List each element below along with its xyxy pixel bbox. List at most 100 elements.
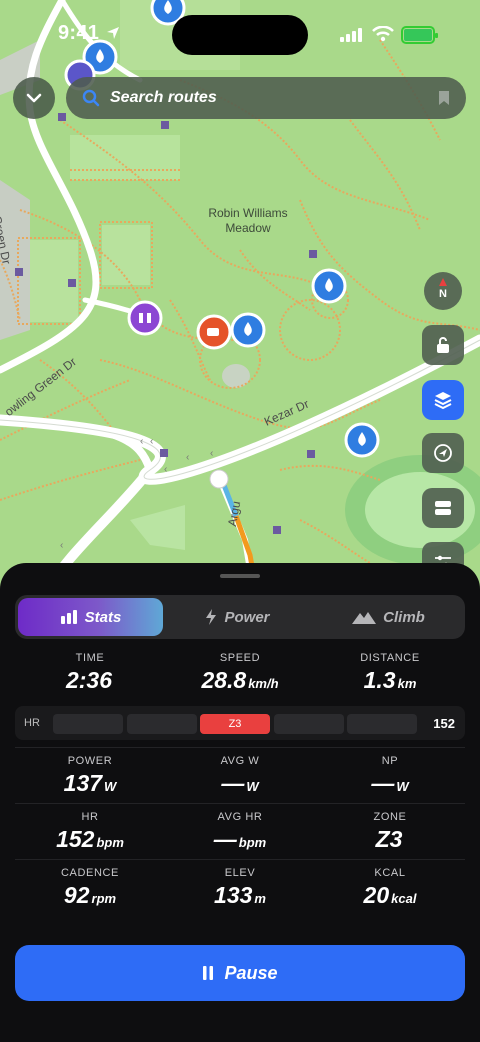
metric-value: 133 bbox=[214, 882, 253, 908]
metric-value: 2:36 bbox=[65, 667, 113, 693]
metric-label: AVG HR bbox=[217, 811, 263, 823]
signal-icon bbox=[340, 28, 362, 42]
metric-unit: m bbox=[254, 891, 266, 906]
search-icon bbox=[82, 89, 100, 107]
divider bbox=[15, 747, 465, 748]
metric-value: 137 bbox=[63, 770, 103, 796]
metric-hr: HR 152 bpm bbox=[15, 811, 165, 853]
tab-climb-label: Climb bbox=[383, 608, 425, 626]
layers-button[interactable] bbox=[422, 380, 464, 420]
search-input[interactable]: Search routes bbox=[110, 89, 438, 107]
split-view-icon bbox=[435, 501, 451, 515]
tab-stats-label: Stats bbox=[84, 608, 122, 626]
metric-unit: W bbox=[396, 779, 409, 794]
pause-button[interactable]: Pause bbox=[15, 945, 465, 1001]
search-bar[interactable]: Search routes bbox=[66, 77, 466, 119]
hr-zone-bar: HR Z3 152 bbox=[15, 706, 465, 740]
metric-label: AVG W bbox=[220, 755, 260, 767]
tab-bar: Stats Power Climb bbox=[15, 595, 465, 639]
svg-text:‹: ‹ bbox=[150, 436, 153, 447]
metric-value: — bbox=[221, 770, 245, 796]
metric-value: 20 bbox=[363, 882, 390, 908]
battery-icon bbox=[401, 26, 438, 44]
wifi-icon bbox=[372, 26, 394, 42]
metric-label: DISTANCE bbox=[360, 652, 420, 664]
field-patch bbox=[70, 135, 180, 180]
metric-unit: W bbox=[104, 779, 117, 794]
water-pin bbox=[230, 312, 266, 348]
hr-zone-segment bbox=[53, 714, 123, 734]
location-arrow-icon bbox=[107, 27, 119, 39]
metric-np: NP — W bbox=[315, 755, 465, 797]
metric-unit: rpm bbox=[91, 891, 117, 906]
lock-button[interactable] bbox=[422, 325, 464, 365]
split-view-button[interactable] bbox=[422, 488, 464, 528]
water-pin bbox=[311, 268, 347, 304]
tab-stats[interactable]: Stats bbox=[18, 598, 163, 636]
bookmark-icon[interactable] bbox=[438, 90, 450, 106]
metric-label: ZONE bbox=[373, 811, 407, 823]
hr-zone-label: HR bbox=[24, 717, 40, 729]
svg-text:‹: ‹ bbox=[164, 464, 167, 475]
metric-unit: W bbox=[246, 779, 259, 794]
metric-value: Z3 bbox=[375, 826, 403, 852]
divider bbox=[15, 803, 465, 804]
status-bar: 9:41 bbox=[0, 0, 480, 60]
metric-label: HR bbox=[81, 811, 99, 823]
metric-distance: DISTANCE 1.3 km bbox=[315, 652, 465, 694]
place-label: Robin Williams Meadow bbox=[208, 206, 288, 235]
mountain-icon bbox=[352, 610, 377, 624]
chevron-down-icon bbox=[26, 93, 42, 103]
bar-chart-icon bbox=[60, 610, 78, 624]
water-pin bbox=[344, 422, 380, 458]
metric-value: 152 bbox=[56, 826, 95, 852]
metric-kcal: KCAL 20 kcal bbox=[315, 867, 465, 909]
metric-value: — bbox=[213, 826, 237, 852]
tab-power[interactable]: Power bbox=[165, 598, 310, 636]
hr-zone-segment bbox=[127, 714, 197, 734]
route-start-dot bbox=[209, 469, 229, 489]
svg-text:‹: ‹ bbox=[60, 540, 63, 551]
tab-climb[interactable]: Climb bbox=[315, 598, 462, 636]
metric-value: 92 bbox=[63, 882, 90, 908]
metric-avg-hr: AVG HR — bpm bbox=[165, 811, 315, 853]
metric-time: TIME 2:36 bbox=[15, 652, 165, 694]
metric-elevation: ELEV 133 m bbox=[165, 867, 315, 909]
pause-icon bbox=[203, 966, 214, 980]
metric-label: POWER bbox=[67, 755, 113, 767]
cafe-pin bbox=[196, 314, 232, 350]
layers-icon bbox=[434, 392, 452, 410]
recenter-button[interactable] bbox=[422, 433, 464, 473]
svg-text:‹: ‹ bbox=[186, 452, 189, 463]
unlock-icon bbox=[437, 337, 449, 353]
dynamic-island bbox=[172, 15, 308, 55]
metric-unit: kcal bbox=[391, 891, 417, 906]
metric-unit: km bbox=[397, 676, 417, 691]
metric-speed: SPEED 28.8 km/h bbox=[165, 652, 315, 694]
collapse-button[interactable] bbox=[13, 77, 55, 119]
metric-zone: ZONE Z3 bbox=[315, 811, 465, 853]
lightning-icon bbox=[205, 609, 217, 625]
metric-unit: bpm bbox=[238, 835, 267, 850]
metric-label: CADENCE bbox=[61, 867, 119, 879]
field-patch bbox=[102, 225, 150, 285]
divider bbox=[15, 859, 465, 860]
status-time: 9:41 bbox=[58, 22, 100, 44]
hr-zone-segment bbox=[347, 714, 417, 734]
compass-button[interactable]: N bbox=[424, 272, 462, 310]
pause-label: Pause bbox=[224, 962, 278, 983]
hr-zone-segment-active: Z3 bbox=[200, 714, 270, 734]
metric-label: ELEV bbox=[224, 867, 256, 879]
metric-avg-watts: AVG W — W bbox=[165, 755, 315, 797]
metric-power: POWER 137 W bbox=[15, 755, 165, 797]
ride-stats-sheet: Stats Power Climb TIME 2:36 SPEED 28.8 km… bbox=[0, 563, 480, 1042]
tab-power-label: Power bbox=[224, 608, 270, 626]
metric-unit: bpm bbox=[96, 835, 124, 850]
hr-zone-value: 152 bbox=[433, 716, 455, 731]
sheet-grabber[interactable] bbox=[220, 574, 260, 578]
metric-label: NP bbox=[381, 755, 399, 767]
compass-label: N bbox=[439, 288, 447, 300]
metric-cadence: CADENCE 92 rpm bbox=[15, 867, 165, 909]
hr-zone-segment bbox=[274, 714, 344, 734]
metric-unit: km/h bbox=[248, 676, 279, 691]
